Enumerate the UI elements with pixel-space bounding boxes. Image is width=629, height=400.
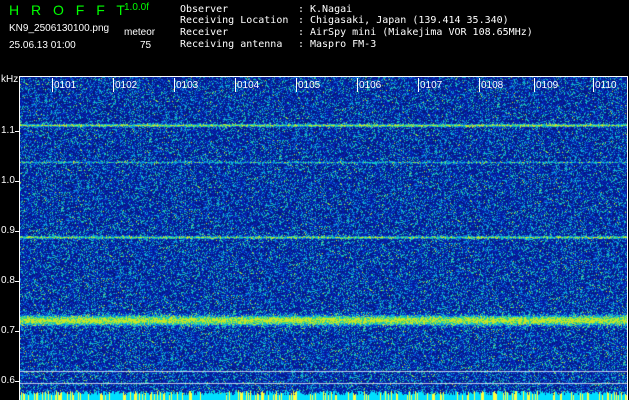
- y-tick-mark: [15, 231, 20, 232]
- x-tick-mark: [52, 78, 53, 92]
- x-tick-mark: [479, 78, 480, 92]
- location-label: Receiving Location: [180, 15, 289, 26]
- location-value: Chigasaki, Japan (139.414 35.340): [310, 15, 509, 26]
- x-tick-mark: [113, 78, 114, 92]
- y-tick-mark: [15, 181, 20, 182]
- x-tick-mark: [418, 78, 419, 92]
- x-tick-mark: [174, 78, 175, 92]
- observer-label: Observer: [180, 4, 229, 15]
- datetime-label: 25.06.13 01:00: [9, 40, 76, 51]
- app-version: 1.0.0f: [124, 2, 150, 13]
- axis-right: [627, 76, 628, 400]
- x-tick-mark: [296, 78, 297, 92]
- hrofft-window: H R O F F T 1.0.0f KN9_2506130100.png me…: [0, 0, 629, 400]
- spectrogram-canvas: [20, 76, 628, 400]
- x-tick-label: 0104: [237, 80, 260, 91]
- antenna-value: Maspro FM-3: [310, 39, 377, 50]
- axis-left: [19, 76, 20, 400]
- y-axis-unit: kHz: [1, 74, 19, 85]
- x-tick-label: 0109: [536, 80, 559, 91]
- receiver-sep: :: [298, 27, 305, 38]
- x-tick-label: 0107: [420, 80, 443, 91]
- header-panel: H R O F F T 1.0.0f KN9_2506130100.png me…: [0, 0, 629, 76]
- x-tick-label: 0102: [115, 80, 138, 91]
- y-tick-mark: [15, 281, 20, 282]
- x-tick-label: 0110: [595, 80, 617, 91]
- y-tick-mark: [15, 131, 20, 132]
- level-label: 75: [140, 40, 152, 51]
- y-tick-mark: [15, 331, 20, 332]
- y-tick-mark: [15, 381, 20, 382]
- observer-value: K.Nagai: [310, 4, 353, 15]
- x-tick-label: 0101: [54, 80, 77, 91]
- location-sep: :: [298, 15, 305, 26]
- antenna-sep: :: [298, 39, 305, 50]
- x-tick-label: 0106: [359, 80, 382, 91]
- x-tick-mark: [235, 78, 236, 92]
- x-tick-label: 0105: [298, 80, 321, 91]
- axis-top: [19, 76, 628, 77]
- receiver-label: Receiver: [180, 27, 229, 38]
- x-tick-label: 0103: [176, 80, 199, 91]
- antenna-label: Receiving antenna: [180, 39, 283, 50]
- file-name: KN9_2506130100.png: [9, 23, 110, 34]
- app-title: H R O F F T: [9, 2, 129, 18]
- x-tick-label: 0108: [481, 80, 504, 91]
- observer-sep: :: [298, 4, 305, 15]
- x-tick-mark: [534, 78, 535, 92]
- x-tick-mark: [357, 78, 358, 92]
- mode-label: meteor: [124, 27, 156, 38]
- receiver-value: AirSpy mini (Miakejima VOR 108.65MHz): [310, 27, 533, 38]
- x-tick-mark: [593, 78, 594, 92]
